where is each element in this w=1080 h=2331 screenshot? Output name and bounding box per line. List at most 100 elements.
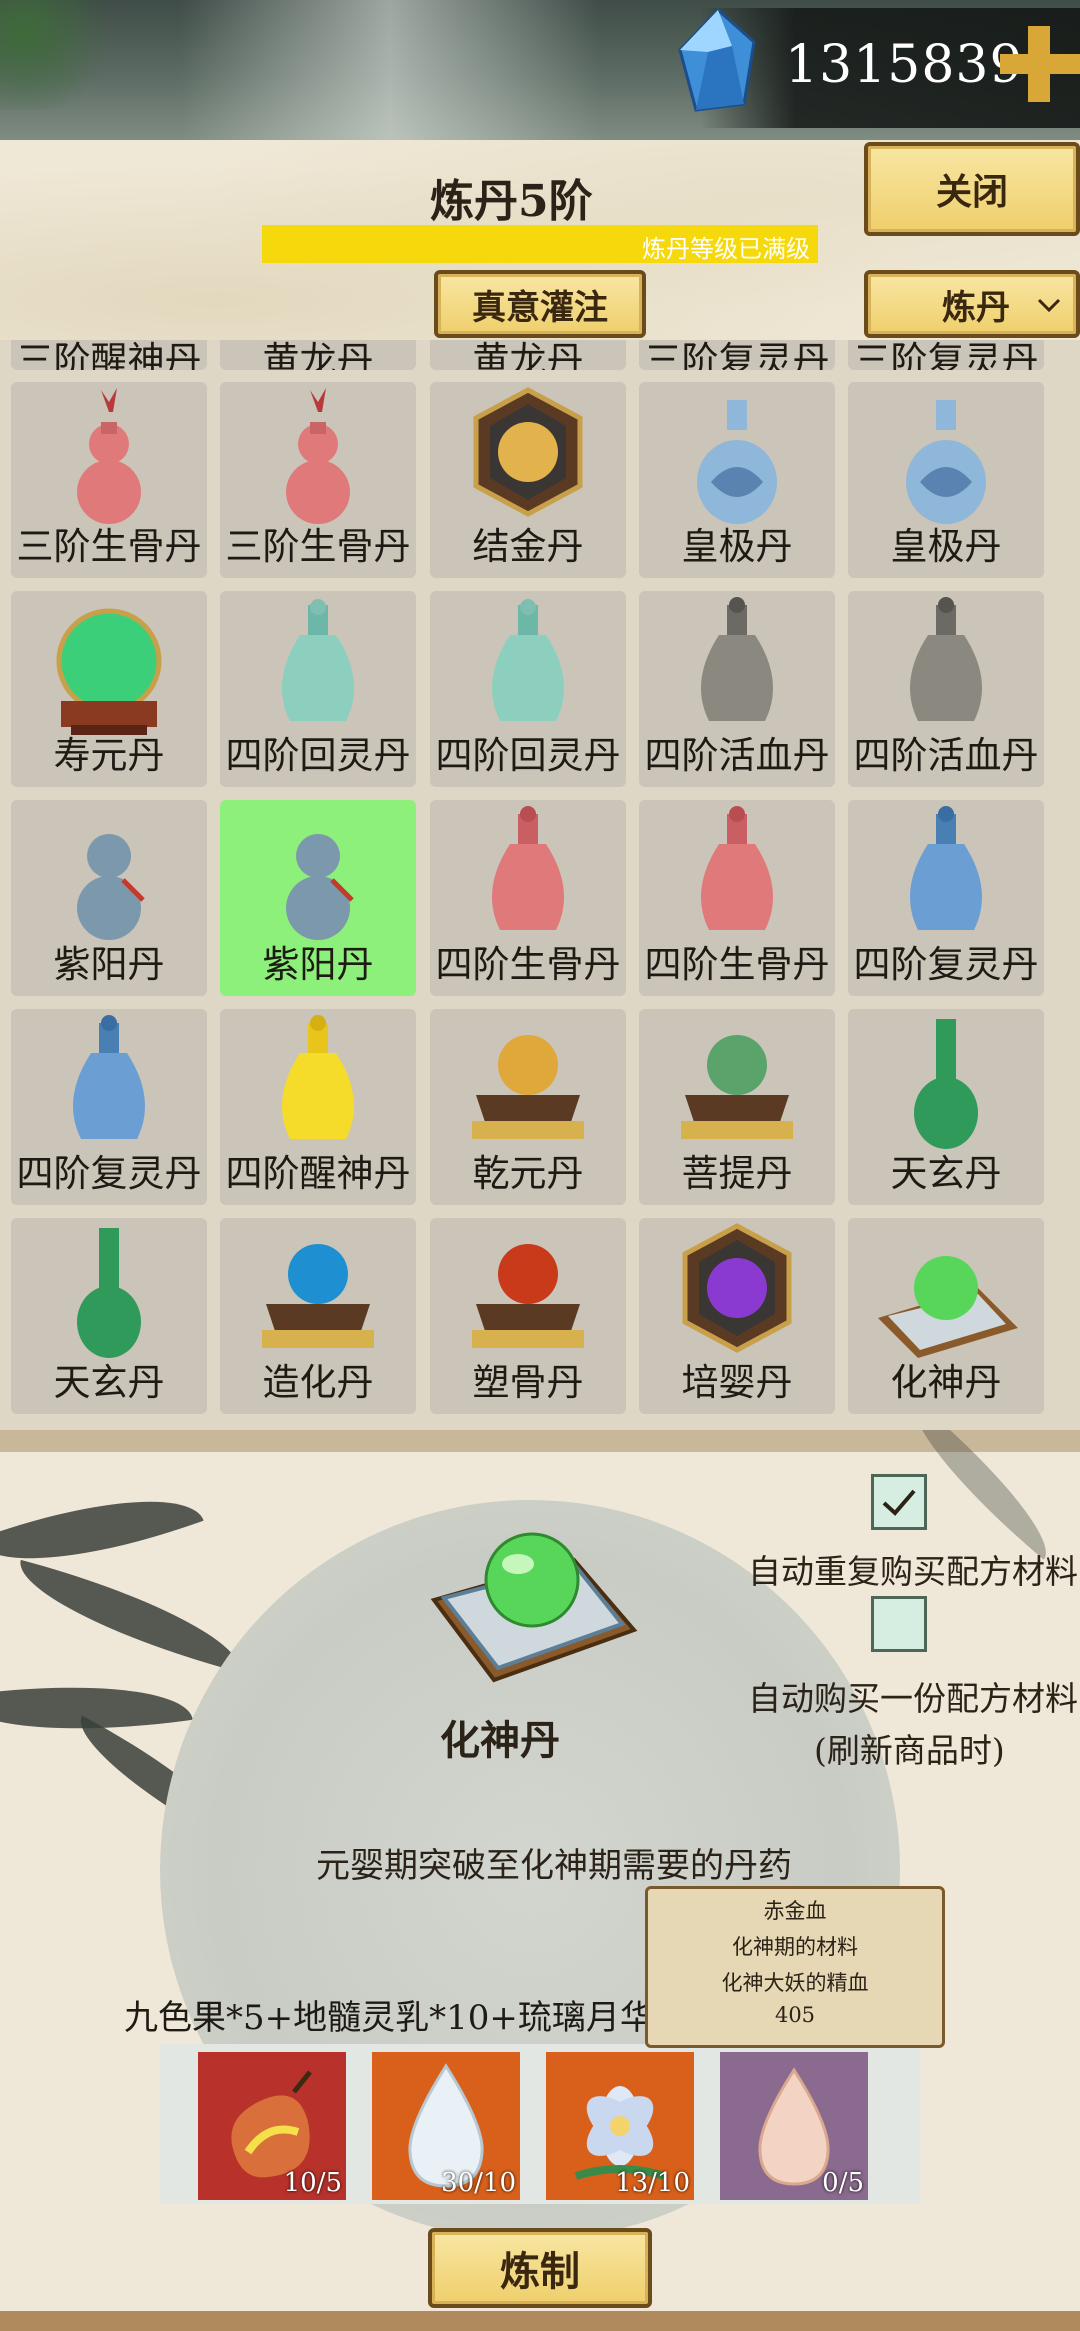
recipe-cell-label: 结金丹 [472, 525, 584, 568]
recipe-cell[interactable]: 天玄丹 [848, 1009, 1044, 1205]
hex-gold-icon [473, 387, 583, 517]
recipe-cell-label: 天玄丹 [890, 1152, 1002, 1195]
recipe-cell[interactable]: 四阶活血丹 [639, 591, 835, 787]
selected-pill-icon [430, 1532, 638, 1683]
infuse-button[interactable]: 真意灌注 [434, 270, 646, 338]
tooltip-title: 赤金血 [763, 1899, 827, 1923]
close-label: 关闭 [935, 171, 1008, 213]
bottle-gray-icon [701, 597, 773, 721]
recipe-cell-label: 乾元丹 [472, 1152, 584, 1195]
progress-text: 炼丹等级已满级 [642, 235, 810, 263]
auto-buy-once-sublabel: (刷新商品时) [814, 1731, 1005, 1770]
recipe-cell[interactable]: 四阶生骨丹 [639, 800, 835, 996]
recipe-cell[interactable]: 菩提丹 [639, 1009, 835, 1205]
checkmark-icon [882, 1489, 916, 1516]
bottle-gray-icon [910, 597, 982, 721]
recipe-cell-label: 菩提丹 [681, 1152, 793, 1195]
recipe-cell-label: 紫阳丹 [53, 943, 165, 986]
item-description: 元婴期突破至化神期需要的丹药 [316, 1846, 792, 1886]
item-name: 化神丹 [440, 1717, 560, 1764]
recipe-cell-partial[interactable]: 黄龙丹 [430, 340, 626, 370]
recipe-cell[interactable]: 四阶活血丹 [848, 591, 1044, 787]
recipe-cell-label: 天玄丹 [53, 1361, 165, 1404]
tooltip-line2: 化神大妖的精血 [721, 1971, 869, 1995]
recipe-cell-partial[interactable]: 黄龙丹 [220, 340, 416, 370]
close-button[interactable]: 关闭 [864, 142, 1080, 236]
infuse-label: 真意灌注 [472, 287, 608, 328]
hex-purple-icon [682, 1223, 792, 1353]
auto-buy-once-label: 自动购买一份配方材料 [748, 1679, 1078, 1718]
bottle-blue-icon [73, 1015, 145, 1139]
recipe-cell-partial[interactable]: 三阶复灵丹 [639, 340, 835, 370]
orb-green-stand-icon [56, 608, 162, 735]
recipe-cell[interactable]: 皇极丹 [848, 382, 1044, 578]
recipe-cell-label: 四阶生骨丹 [435, 943, 621, 986]
recipe-cell-label: 化神丹 [890, 1361, 1002, 1404]
recipe-cell-label: 培婴丹 [681, 1361, 793, 1404]
recipe-cell[interactable]: 乾元丹 [430, 1009, 626, 1205]
recipe-cell[interactable]: 皇极丹 [639, 382, 835, 578]
material-slot[interactable]: 30/10 [372, 2052, 520, 2200]
recipe-cell-label: 黄龙丹 [262, 340, 374, 370]
recipe-cell[interactable]: 化神丹 [848, 1218, 1044, 1414]
craft-button[interactable]: 炼制 [428, 2228, 652, 2308]
recipe-cell-label: 造化丹 [262, 1361, 374, 1404]
recipe-cell[interactable]: 寿元丹 [11, 591, 207, 787]
recipe-cell[interactable]: 塑骨丹 [430, 1218, 626, 1414]
blue-crystal-icon [678, 7, 756, 112]
recipe-cell[interactable]: 三阶生骨丹 [11, 382, 207, 578]
auto-repeat-buy-checkbox[interactable] [871, 1474, 927, 1530]
recipe-cell[interactable]: 培婴丹 [639, 1218, 835, 1414]
recipe-cell-label: 紫阳丹 [262, 943, 374, 986]
auto-repeat-buy-label: 自动重复购买配方材料 [748, 1552, 1078, 1591]
recipe-formula: 九色果*5+地髓灵乳*10+琉璃月华*10 [124, 1998, 715, 2038]
recipe-cell[interactable]: 四阶复灵丹 [848, 800, 1044, 996]
recipe-cell[interactable]: 造化丹 [220, 1218, 416, 1414]
mode-dropdown[interactable]: 炼丹 [864, 270, 1080, 338]
bottle-teal-icon [492, 599, 564, 721]
recipe-cell-label: 四阶活血丹 [853, 734, 1039, 777]
recipe-cell-label: 四阶醒神丹 [225, 1152, 411, 1195]
gourd-red-icon [286, 388, 350, 524]
orb-cushion-green-icon [878, 1256, 1018, 1358]
auto-buy-once-checkbox[interactable] [871, 1596, 927, 1652]
tooltip-line1: 化神期的材料 [732, 1935, 858, 1959]
gourd-blue-icon [286, 834, 354, 940]
material-slot[interactable]: 10/5 [198, 2052, 346, 2200]
recipe-cell[interactable]: 四阶回灵丹 [220, 591, 416, 787]
material-tooltip: 赤金血 化神期的材料 化神大妖的精血 405 [645, 1886, 945, 2048]
recipe-cell[interactable]: 三阶生骨丹 [220, 382, 416, 578]
recipe-cell-label: 塑骨丹 [472, 1361, 584, 1404]
recipe-grid[interactable]: 三阶醒神丹 黄龙丹 黄龙丹 三阶复灵丹 三阶复灵丹 三阶生骨丹 三阶生骨丹 结金丹 皇极丹 皇极丹… [0, 340, 1080, 1430]
gourd-blue-icon [77, 834, 145, 940]
material-slot[interactable]: 13/10 [546, 2052, 694, 2200]
craft-label: 炼制 [500, 2248, 580, 2295]
recipe-cell-label: 三阶醒神丹 [16, 340, 202, 370]
orb-stand-gold-icon [681, 1035, 793, 1139]
recipe-cell-label: 寿元丹 [53, 734, 165, 777]
chevron-down-icon [1037, 298, 1061, 313]
recipe-cell-label: 三阶复灵丹 [853, 340, 1039, 370]
recipe-cell[interactable]: 天玄丹 [11, 1218, 207, 1414]
recipe-cell-partial[interactable]: 三阶醒神丹 [11, 340, 207, 370]
bottom-border [0, 2311, 1080, 2331]
recipe-cell[interactable]: 四阶回灵丹 [430, 591, 626, 787]
recipe-cell-label: 四阶复灵丹 [16, 1152, 202, 1195]
material-count: 13/10 [615, 2168, 690, 2198]
recipe-cell-label: 皇极丹 [890, 525, 1002, 568]
recipe-cell[interactable]: 结金丹 [430, 382, 626, 578]
recipe-cell[interactable]: 紫阳丹 [220, 800, 416, 996]
recipe-cell[interactable]: 四阶醒神丹 [220, 1009, 416, 1205]
recipe-cell[interactable]: 四阶生骨丹 [430, 800, 626, 996]
recipe-cell-label: 三阶生骨丹 [16, 525, 202, 568]
level-progress-bar: 炼丹等级已满级 [262, 225, 818, 263]
recipe-cell-partial[interactable]: 三阶复灵丹 [848, 340, 1044, 370]
recipe-cell-label: 黄龙丹 [472, 340, 584, 370]
add-currency-button[interactable] [1000, 20, 1080, 108]
orb-stand-gold-icon [262, 1244, 374, 1348]
recipe-cell[interactable]: 紫阳丹 [11, 800, 207, 996]
material-slot[interactable]: 0/5 [720, 2052, 868, 2200]
recipe-cell-label: 四阶回灵丹 [435, 734, 621, 777]
vase-green-icon [77, 1228, 141, 1358]
recipe-cell[interactable]: 四阶复灵丹 [11, 1009, 207, 1205]
